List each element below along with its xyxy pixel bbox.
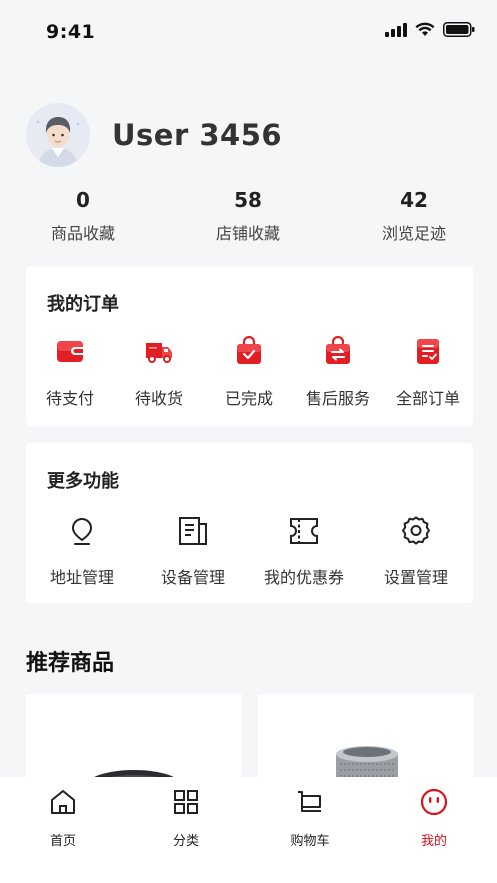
functions-card: 更多功能 地址管理 设备管理 我的优惠券 设置管理	[26, 443, 473, 603]
tab-home[interactable]: 首页	[18, 787, 108, 849]
func-settings-management[interactable]: 设置管理	[361, 515, 471, 588]
tab-category[interactable]: 分类	[141, 787, 231, 849]
stat-label: 浏览足迹	[381, 224, 446, 243]
stat-label: 商品收藏	[50, 224, 115, 243]
status-bar: 9:41	[0, 0, 497, 60]
status-time: 9:41	[46, 21, 96, 43]
func-item-label: 地址管理	[49, 568, 114, 587]
delivery-truck-icon	[146, 343, 172, 363]
bottom-tab-bar: 首页 分类 购物车 我的	[0, 777, 497, 883]
status-icons	[385, 22, 475, 37]
coupon-icon	[290, 518, 318, 544]
orders-card: 我的订单 待支付 待收货 已完成 售后服务 全部订单	[26, 266, 473, 426]
func-item-label: 设备管理	[160, 568, 225, 587]
cart-icon	[298, 791, 321, 812]
completed-bag-icon	[237, 335, 261, 364]
stat-value: 42	[400, 188, 428, 212]
order-all[interactable]: 全部订单	[385, 336, 471, 409]
battery-icon	[443, 22, 475, 37]
stat-label: 店铺收藏	[215, 224, 280, 243]
tab-label: 分类	[172, 834, 199, 849]
functions-title: 更多功能	[47, 471, 119, 492]
order-pending-delivery[interactable]: 待收货	[116, 336, 202, 409]
stat-browse-history[interactable]: 42 浏览足迹	[354, 188, 474, 244]
stat-value: 0	[76, 188, 90, 212]
username: User 3456	[112, 118, 283, 152]
wifi-icon	[415, 22, 435, 36]
order-item-label: 已完成	[224, 389, 273, 408]
order-pending-payment[interactable]: 待支付	[27, 336, 113, 409]
func-item-label: 设置管理	[383, 568, 448, 587]
order-item-label: 待支付	[45, 389, 94, 408]
grid-icon	[174, 790, 198, 814]
smiley-icon	[420, 788, 448, 816]
order-item-label: 售后服务	[305, 389, 370, 408]
signal-icon	[385, 22, 407, 37]
stat-store-favorites[interactable]: 58 店铺收藏	[188, 188, 308, 244]
order-completed[interactable]: 已完成	[206, 335, 292, 409]
profile-header[interactable]: User 3456	[26, 103, 282, 167]
stats-row: 0 商品收藏 58 店铺收藏 42 浏览足迹	[0, 188, 497, 248]
orders-title: 我的订单	[47, 294, 119, 315]
tab-label: 购物车	[290, 834, 330, 849]
order-item-label: 全部订单	[395, 389, 460, 408]
func-address-management[interactable]: 地址管理	[27, 515, 137, 588]
tab-cart[interactable]: 购物车	[265, 787, 355, 849]
order-after-sales[interactable]: 售后服务	[295, 335, 381, 409]
avatar[interactable]	[26, 103, 90, 167]
func-item-label: 我的优惠券	[263, 568, 344, 587]
order-item-label: 待收货	[134, 389, 183, 408]
stat-value: 58	[234, 188, 262, 212]
home-icon	[51, 790, 75, 814]
stat-product-favorites[interactable]: 0 商品收藏	[23, 188, 143, 244]
exchange-bag-icon	[326, 335, 350, 364]
order-list-icon	[417, 339, 439, 364]
device-icon	[179, 517, 207, 545]
location-pin-icon	[71, 517, 93, 545]
tab-label: 首页	[49, 834, 76, 849]
func-device-management[interactable]: 设备管理	[138, 515, 248, 588]
func-my-coupons[interactable]: 我的优惠券	[249, 515, 359, 588]
wallet-icon	[57, 341, 83, 362]
gear-icon	[402, 516, 430, 545]
recommend-title: 推荐商品	[26, 651, 115, 676]
tab-label: 我的	[420, 834, 447, 849]
phone-screen: 9:41 User 3456 0 商品收藏 58 店铺收藏 42 浏览足迹 我的…	[0, 0, 497, 883]
tab-mine[interactable]: 我的	[389, 787, 479, 849]
